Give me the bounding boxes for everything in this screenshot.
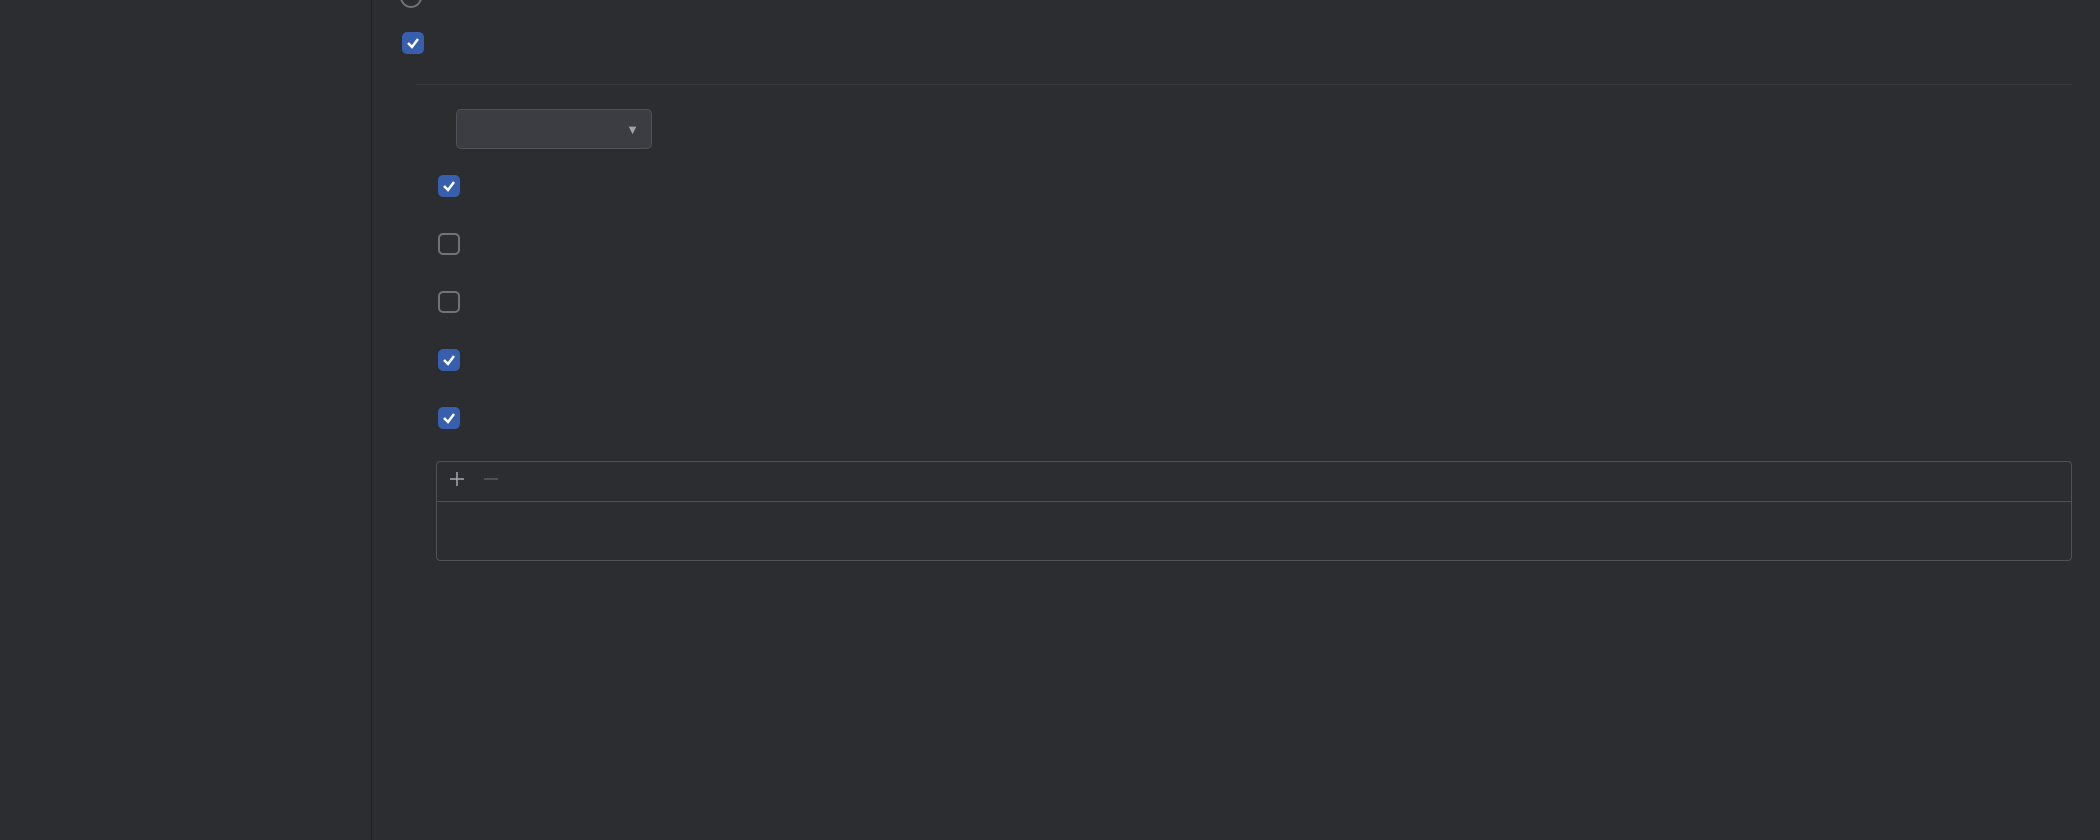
checkbox-branch-coverage[interactable] — [438, 173, 2072, 197]
exclude-annotations-list — [436, 461, 2072, 561]
remove-icon[interactable] — [483, 470, 499, 493]
chevron-down-icon: ▼ — [626, 122, 639, 137]
checkbox-activate-coverage-view[interactable] — [402, 30, 2072, 54]
checkbox-track-per-test[interactable] — [438, 231, 2072, 255]
settings-main-panel: ▼ — [372, 0, 2100, 840]
checkbox-unchecked-icon — [438, 291, 460, 313]
checkbox-unchecked-icon — [438, 233, 460, 255]
checkbox-ignore-default-constructors[interactable] — [438, 347, 2072, 371]
checkbox-checked-icon — [438, 407, 460, 429]
exclude-toolbar — [437, 462, 2071, 502]
radio-unchecked-icon — [400, 0, 422, 8]
add-icon[interactable] — [449, 470, 465, 493]
settings-sidebar — [0, 0, 372, 840]
checkbox-exact-execution-count[interactable] — [438, 405, 2072, 429]
radio-add-to-active-suites[interactable] — [400, 0, 2072, 8]
checkbox-collect-test-folders[interactable] — [438, 289, 2072, 313]
checkbox-checked-icon — [438, 349, 460, 371]
section-java-coverage — [400, 84, 2072, 85]
coverage-runner-dropdown[interactable]: ▼ — [456, 109, 652, 149]
checkbox-checked-icon — [402, 32, 424, 54]
divider — [416, 84, 2072, 85]
checkbox-checked-icon — [438, 175, 460, 197]
